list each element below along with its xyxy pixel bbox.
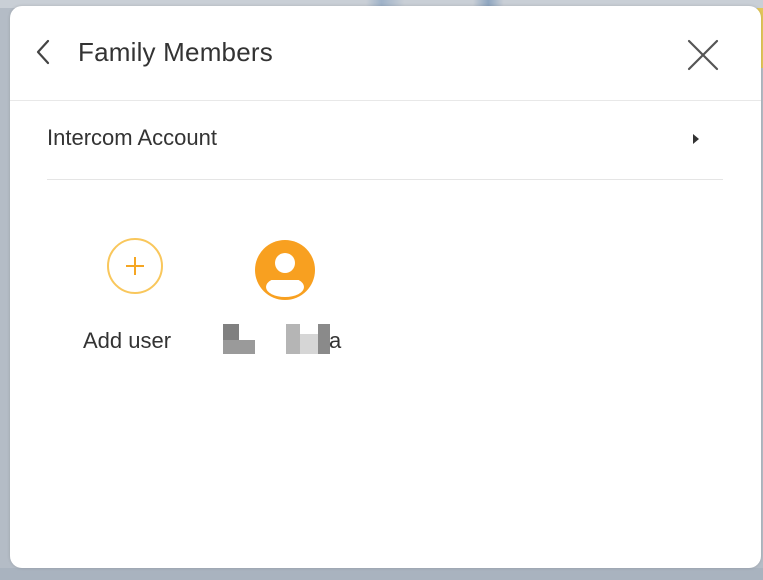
chevron-left-icon (36, 39, 50, 65)
member-name: a (222, 320, 362, 356)
caret-right-icon (693, 134, 699, 144)
user-avatar-icon (255, 240, 315, 300)
close-icon (687, 39, 719, 71)
family-members-dialog: Family Members Intercom Account Add user (10, 6, 761, 568)
dialog-header: Family Members (10, 6, 761, 101)
redacted-name-block (300, 334, 318, 354)
plus-circle-icon (107, 238, 163, 294)
redacted-name-block (286, 324, 300, 354)
dialog-title: Family Members (78, 37, 273, 67)
background-window-bottom-edge (0, 568, 763, 580)
member-name-visible-text: a (329, 328, 342, 353)
add-user-label: Add user (83, 328, 172, 353)
intercom-account-label: Intercom Account (47, 125, 217, 150)
redacted-name-block (223, 340, 255, 354)
intercom-account-row[interactable]: Intercom Account (47, 101, 723, 180)
close-button[interactable] (685, 37, 721, 73)
back-button[interactable] (32, 36, 56, 68)
